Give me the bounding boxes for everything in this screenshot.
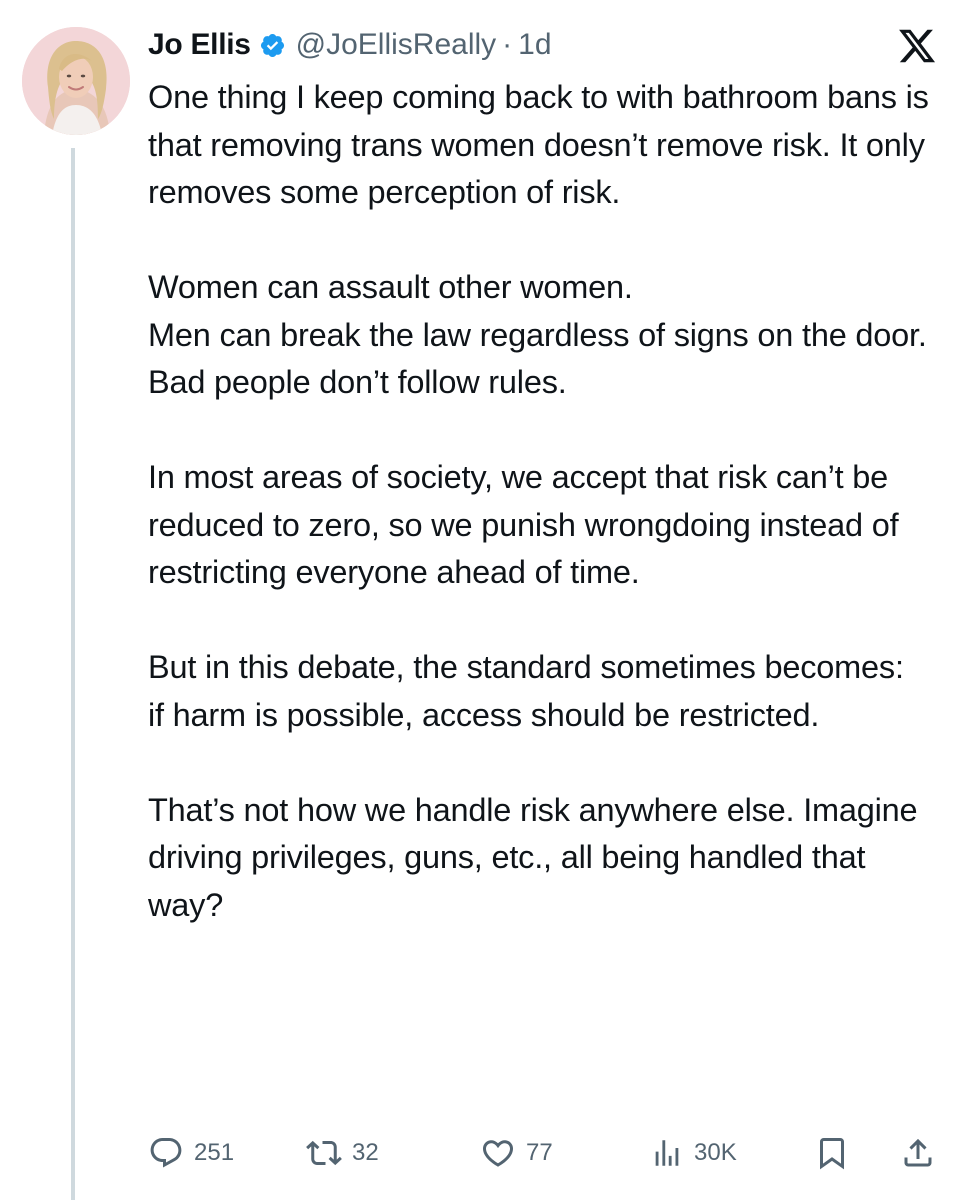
share-icon: [904, 1138, 932, 1167]
repost-button[interactable]: 32: [306, 1133, 379, 1173]
tweet-line: Bad people don’t follow rules.: [148, 364, 567, 400]
x-logo-icon: [896, 26, 938, 66]
tweet-line: if harm is possible, access should be re…: [148, 696, 820, 733]
views-icon: [655, 1140, 679, 1166]
like-count: 77: [526, 1139, 553, 1166]
bookmark-icon: [820, 1138, 844, 1170]
views-button[interactable]: 30K: [650, 1133, 737, 1173]
author-name[interactable]: Jo Ellis: [148, 28, 251, 62]
tweet-paragraph: That’s not how we handle risk anywhere e…: [148, 791, 918, 923]
timestamp[interactable]: 1d: [518, 28, 551, 62]
views-count: 30K: [694, 1139, 737, 1166]
tweet-line: Men can break the law regardless of sign…: [148, 316, 927, 353]
avatar[interactable]: [22, 27, 130, 135]
tweet-line: Women can assault other women.: [148, 269, 633, 305]
tweet-header: Jo Ellis @JoEllisReally · 1d: [148, 22, 552, 68]
reply-button[interactable]: 251: [148, 1133, 234, 1173]
thread-line: [71, 148, 75, 1200]
tweet-line: But in this debate, the standard sometim…: [148, 649, 904, 685]
like-button[interactable]: 77: [480, 1133, 553, 1173]
reply-count: 251: [194, 1139, 235, 1166]
author-handle[interactable]: @JoEllisReally: [296, 28, 497, 62]
action-bar: 251 32 77 30K: [148, 1133, 948, 1173]
heart-icon: [482, 1140, 514, 1167]
reply-icon: [150, 1138, 182, 1168]
share-button[interactable]: [900, 1133, 936, 1173]
separator-dot: ·: [502, 28, 513, 61]
repost-icon: [306, 1140, 342, 1166]
tweet-paragraph: In most areas of society, we accept that…: [148, 459, 899, 590]
repost-count: 32: [352, 1139, 379, 1166]
tweet-paragraph: One thing I keep coming back to with bat…: [148, 79, 929, 210]
avatar-image: [22, 27, 130, 135]
tweet-text: One thing I keep coming back to with bat…: [148, 74, 948, 929]
bookmark-button[interactable]: [814, 1133, 850, 1173]
verified-badge-icon[interactable]: [259, 32, 286, 59]
